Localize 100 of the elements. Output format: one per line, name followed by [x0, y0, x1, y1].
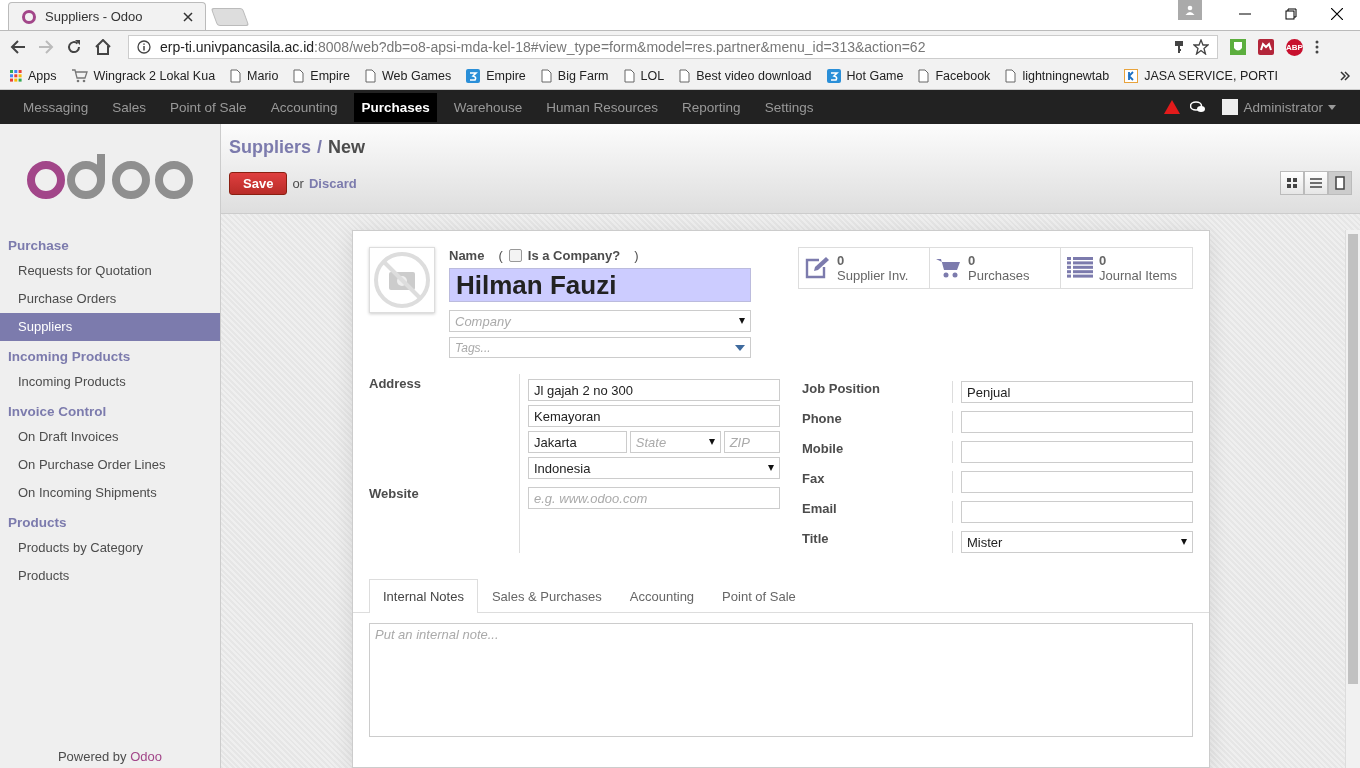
dropdown-icon	[739, 318, 745, 324]
sidebar-item[interactable]: On Draft Invoices	[0, 423, 220, 451]
grid-icon	[1287, 178, 1297, 188]
name-field[interactable]: Hilman Fauzi	[449, 268, 751, 302]
form-view-button[interactable]	[1328, 171, 1352, 195]
cart-icon	[71, 69, 88, 83]
menu-item[interactable]: Warehouse	[446, 92, 530, 122]
caret-icon	[1328, 104, 1336, 110]
back-icon[interactable]	[10, 39, 26, 55]
breadcrumb-separator: /	[317, 137, 323, 158]
page-icon	[1335, 176, 1345, 190]
bookmark[interactable]: JASA SERVICE, PORTI	[1124, 69, 1278, 83]
tab-title: Suppliers - Odoo	[45, 9, 144, 24]
menu-item[interactable]: Point of Sale	[163, 92, 254, 122]
adblock-extension-button[interactable]: ABP	[1286, 38, 1303, 56]
page-icon	[918, 69, 930, 83]
menu-item[interactable]: Messaging	[16, 92, 96, 122]
sidebar-item[interactable]: Products by Category	[0, 534, 220, 562]
list-icon	[1310, 178, 1322, 188]
bookmark[interactable]: Hot Game	[826, 69, 904, 83]
bookmark[interactable]: Big Farm	[540, 69, 609, 83]
field-label: Title	[802, 531, 953, 553]
street-field[interactable]: Jl gajah 2 no 300	[528, 379, 780, 401]
page-icon	[364, 69, 376, 83]
text-field[interactable]	[961, 471, 1193, 493]
kanban-view-button[interactable]	[1280, 171, 1304, 195]
warning-icon[interactable]	[1164, 100, 1181, 114]
parenthesis: )	[634, 247, 639, 263]
bookmark[interactable]: Wingrack 2 Lokal Kua	[71, 69, 216, 83]
menu-item[interactable]: Purchases	[354, 92, 437, 122]
dropdown-icon	[1181, 539, 1187, 545]
star-icon[interactable]	[1193, 39, 1209, 55]
home-icon[interactable]	[94, 39, 112, 55]
or-text: or	[292, 175, 304, 191]
info-icon	[137, 40, 151, 54]
sidebar-item[interactable]: On Purchase Order Lines	[0, 451, 220, 479]
scrollbar[interactable]	[1345, 230, 1360, 768]
browser-tab[interactable]: Suppliers - Odoo	[8, 2, 206, 30]
form-tab[interactable]: Sales & Purchases	[477, 579, 616, 613]
form-tab[interactable]: Accounting	[615, 579, 709, 613]
bookmark[interactable]: Empire	[466, 69, 526, 83]
chat-icon[interactable]	[1190, 100, 1207, 114]
sidebar-section-title: Incoming Products	[7, 348, 132, 366]
shield-extension-icon[interactable]	[1230, 39, 1246, 55]
parenthesis: (	[498, 247, 503, 263]
page-icon	[230, 69, 242, 83]
k-tile-icon	[1124, 69, 1139, 83]
menu-item[interactable]: Accounting	[263, 92, 345, 122]
reload-icon[interactable]	[66, 39, 82, 55]
bookmark[interactable]: lightningnewtab	[1005, 69, 1110, 83]
text-field[interactable]	[961, 441, 1193, 463]
form-tab[interactable]: Internal Notes	[369, 579, 478, 613]
menu-item[interactable]: Reporting	[675, 92, 748, 122]
number-tile-icon	[466, 69, 481, 83]
page-icon	[540, 69, 552, 83]
bookmark[interactable]: LOL	[623, 69, 665, 83]
breadcrumb-link[interactable]: Suppliers	[229, 137, 312, 158]
sidebar-item[interactable]: Products	[0, 562, 220, 590]
text-field[interactable]	[961, 501, 1193, 523]
sidebar-item[interactable]: Incoming Products	[0, 368, 220, 396]
close-icon[interactable]	[183, 11, 193, 22]
url-text: erp-ti.univpancasila.ac.id:8008/web?db=o8-apsi-mda-kel-18#view_type=form&model=res.partner&menu_id=313&action=62	[160, 39, 926, 55]
bookmark[interactable]: Best video download	[679, 69, 812, 83]
restore-icon[interactable]	[1285, 8, 1297, 20]
field-label: Job Position	[802, 381, 953, 403]
more-icon[interactable]	[1315, 40, 1319, 54]
save-button[interactable]: Save	[229, 171, 288, 195]
sidebar-section-title: Purchase	[7, 237, 70, 255]
cart-icon	[936, 257, 962, 279]
street2-field[interactable]: Kemayoran	[528, 405, 780, 427]
menu-item[interactable]: Human Resources	[539, 92, 666, 122]
list-view-button[interactable]	[1304, 171, 1328, 195]
sidebar-item[interactable]: Suppliers	[0, 313, 220, 341]
chevron-icon[interactable]	[1340, 71, 1350, 81]
sidebar-item[interactable]: Purchase Orders	[0, 285, 220, 313]
website-label: Website	[369, 486, 420, 501]
page-icon	[293, 69, 305, 83]
odoo-link[interactable]: Odoo	[130, 749, 163, 764]
bookmark[interactable]: Web Games	[364, 69, 452, 83]
key-icon[interactable]	[1174, 40, 1184, 54]
sidebar-item[interactable]: On Incoming Shipments	[0, 479, 220, 507]
sidebar-item[interactable]: Requests for Quotation	[0, 257, 220, 285]
form-tab[interactable]: Point of Sale	[708, 579, 810, 613]
bookmark[interactable]: Facebook	[918, 69, 991, 83]
city-field[interactable]: Jakarta	[528, 431, 627, 453]
text-field[interactable]	[961, 411, 1193, 433]
user-menu[interactable]: Administrator	[1222, 99, 1336, 115]
mask-extension-icon[interactable]	[1258, 39, 1274, 55]
close-icon[interactable]	[1331, 8, 1343, 20]
menu-item[interactable]: Settings	[757, 92, 821, 122]
menu-item[interactable]: Sales	[105, 92, 154, 122]
bookmark[interactable]: Mario	[230, 69, 279, 83]
bookmark[interactable]: Apps	[10, 69, 57, 83]
select-field[interactable]: Mister	[961, 531, 1193, 553]
bookmark[interactable]: Empire	[293, 69, 350, 83]
company-checkbox[interactable]	[508, 248, 522, 262]
address-bar[interactable]: erp-ti.univpancasila.ac.id:8008/web?db=o8-apsi-mda-kel-18#view_type=form&model=res.partner&menu_id=313&action=62	[128, 35, 1218, 59]
text-field[interactable]: Penjual	[961, 381, 1193, 403]
country-field[interactable]: Indonesia	[528, 457, 780, 479]
dropdown-icon	[768, 465, 774, 471]
